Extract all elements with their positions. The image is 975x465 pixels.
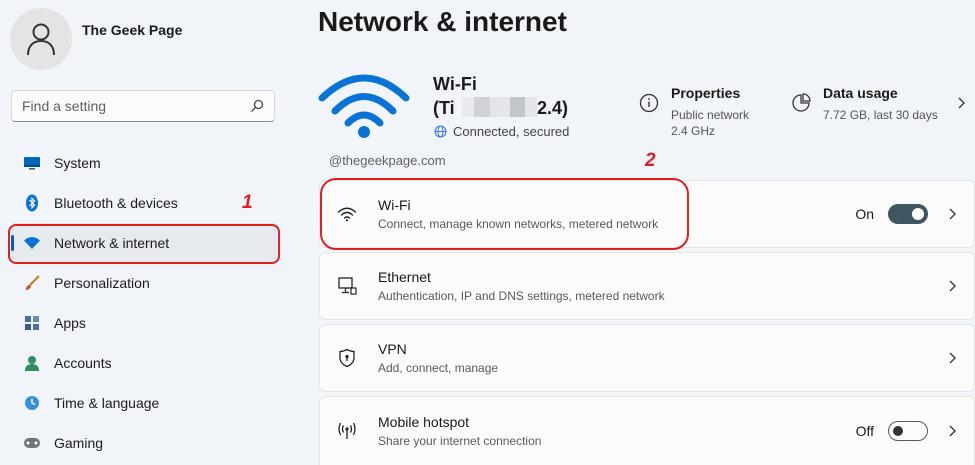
globe-icon — [434, 125, 447, 138]
sidebar: The Geek Page System Bluetooth & devices… — [0, 0, 300, 465]
sidebar-item-label: Personalization — [54, 275, 150, 291]
hotspot-toggle-label: Off — [855, 423, 874, 439]
watermark: @thegeekpage.com — [329, 153, 446, 168]
sidebar-item-label: Time & language — [54, 395, 160, 411]
monitor-icon — [23, 154, 41, 172]
annotation-1: 1 — [242, 192, 253, 213]
sidebar-item-label: Gaming — [54, 435, 104, 451]
properties-network-type: Public network — [671, 108, 750, 122]
chevron-right-icon[interactable] — [957, 97, 965, 109]
hotspot-card-title: Mobile hotspot — [378, 414, 470, 430]
highlight-wifi-card — [320, 178, 689, 250]
person-icon — [27, 23, 55, 56]
page-title: Network & internet — [318, 6, 567, 37]
chevron-right-icon[interactable] — [948, 424, 958, 438]
search-box[interactable] — [11, 90, 275, 122]
sidebar-item-accounts[interactable]: Accounts — [11, 343, 277, 383]
brush-icon — [23, 274, 41, 292]
ssid-end: 2.4) — [537, 98, 569, 118]
properties-band: 2.4 GHz — [671, 124, 716, 138]
ethernet-card[interactable]: Ethernet Authentication, IP and DNS sett… — [319, 252, 975, 320]
globe-clock-icon — [23, 394, 41, 412]
search-icon[interactable] — [250, 99, 264, 113]
bluetooth-icon — [23, 194, 41, 212]
sidebar-item-bluetooth[interactable]: Bluetooth & devices — [11, 183, 277, 223]
highlight-network-nav — [8, 224, 280, 264]
status-text: Connected, secured — [453, 124, 570, 139]
pie-chart-icon — [792, 93, 811, 112]
data-usage-title: Data usage — [823, 85, 898, 101]
gamepad-icon — [23, 434, 41, 452]
sidebar-item-label: Accounts — [54, 355, 112, 371]
avatar[interactable] — [10, 8, 72, 70]
properties-title: Properties — [671, 85, 741, 101]
properties-link[interactable]: Properties Public network 2.4 GHz — [639, 85, 749, 139]
apps-icon — [23, 314, 41, 332]
hotspot-icon — [336, 420, 358, 442]
vpn-card-title: VPN — [378, 341, 407, 357]
data-usage-link[interactable]: Data usage 7.72 GB, last 30 days — [791, 85, 938, 123]
data-usage-amount: 7.72 GB, last 30 days — [823, 108, 938, 122]
sidebar-item-label: Bluetooth & devices — [54, 195, 178, 211]
chevron-right-icon[interactable] — [948, 207, 958, 221]
info-icon — [639, 93, 659, 113]
search-input[interactable] — [22, 98, 250, 114]
wifi-toggle-label: On — [855, 206, 874, 222]
ethernet-icon — [336, 275, 358, 297]
sidebar-item-apps[interactable]: Apps — [11, 303, 277, 343]
vpn-card[interactable]: VPN Add, connect, manage — [319, 324, 975, 392]
sidebar-item-gaming[interactable]: Gaming — [11, 423, 277, 463]
wifi-hero-icon — [318, 74, 410, 138]
ssid-start: (Ti — [433, 98, 455, 118]
annotation-2: 2 — [645, 150, 656, 171]
mobile-hotspot-card[interactable]: Mobile hotspot Share your internet conne… — [319, 396, 975, 465]
connection-status: Connected, secured — [434, 124, 569, 139]
ethernet-card-title: Ethernet — [378, 269, 431, 285]
sidebar-item-time-language[interactable]: Time & language — [11, 383, 277, 423]
shield-icon — [336, 347, 358, 369]
wifi-toggle[interactable] — [888, 204, 928, 224]
network-type: Wi-Fi — [433, 74, 477, 94]
ethernet-card-subtitle: Authentication, IP and DNS settings, met… — [378, 289, 665, 303]
profile-name: The Geek Page — [82, 22, 183, 38]
account-icon — [23, 354, 41, 372]
vpn-card-subtitle: Add, connect, manage — [378, 361, 499, 375]
sidebar-item-system[interactable]: System — [11, 143, 277, 183]
hotspot-toggle[interactable] — [888, 421, 928, 441]
sidebar-item-label: System — [54, 155, 101, 171]
hotspot-card-subtitle: Share your internet connection — [378, 434, 542, 448]
sidebar-item-personalization[interactable]: Personalization — [11, 263, 277, 303]
sidebar-item-label: Apps — [54, 315, 86, 331]
ssid-redaction — [462, 97, 537, 117]
user-profile[interactable]: The Geek Page — [10, 8, 182, 70]
chevron-right-icon[interactable] — [948, 279, 958, 293]
sidebar-nav: System Bluetooth & devices Network & int… — [11, 143, 277, 463]
chevron-right-icon[interactable] — [948, 351, 958, 365]
